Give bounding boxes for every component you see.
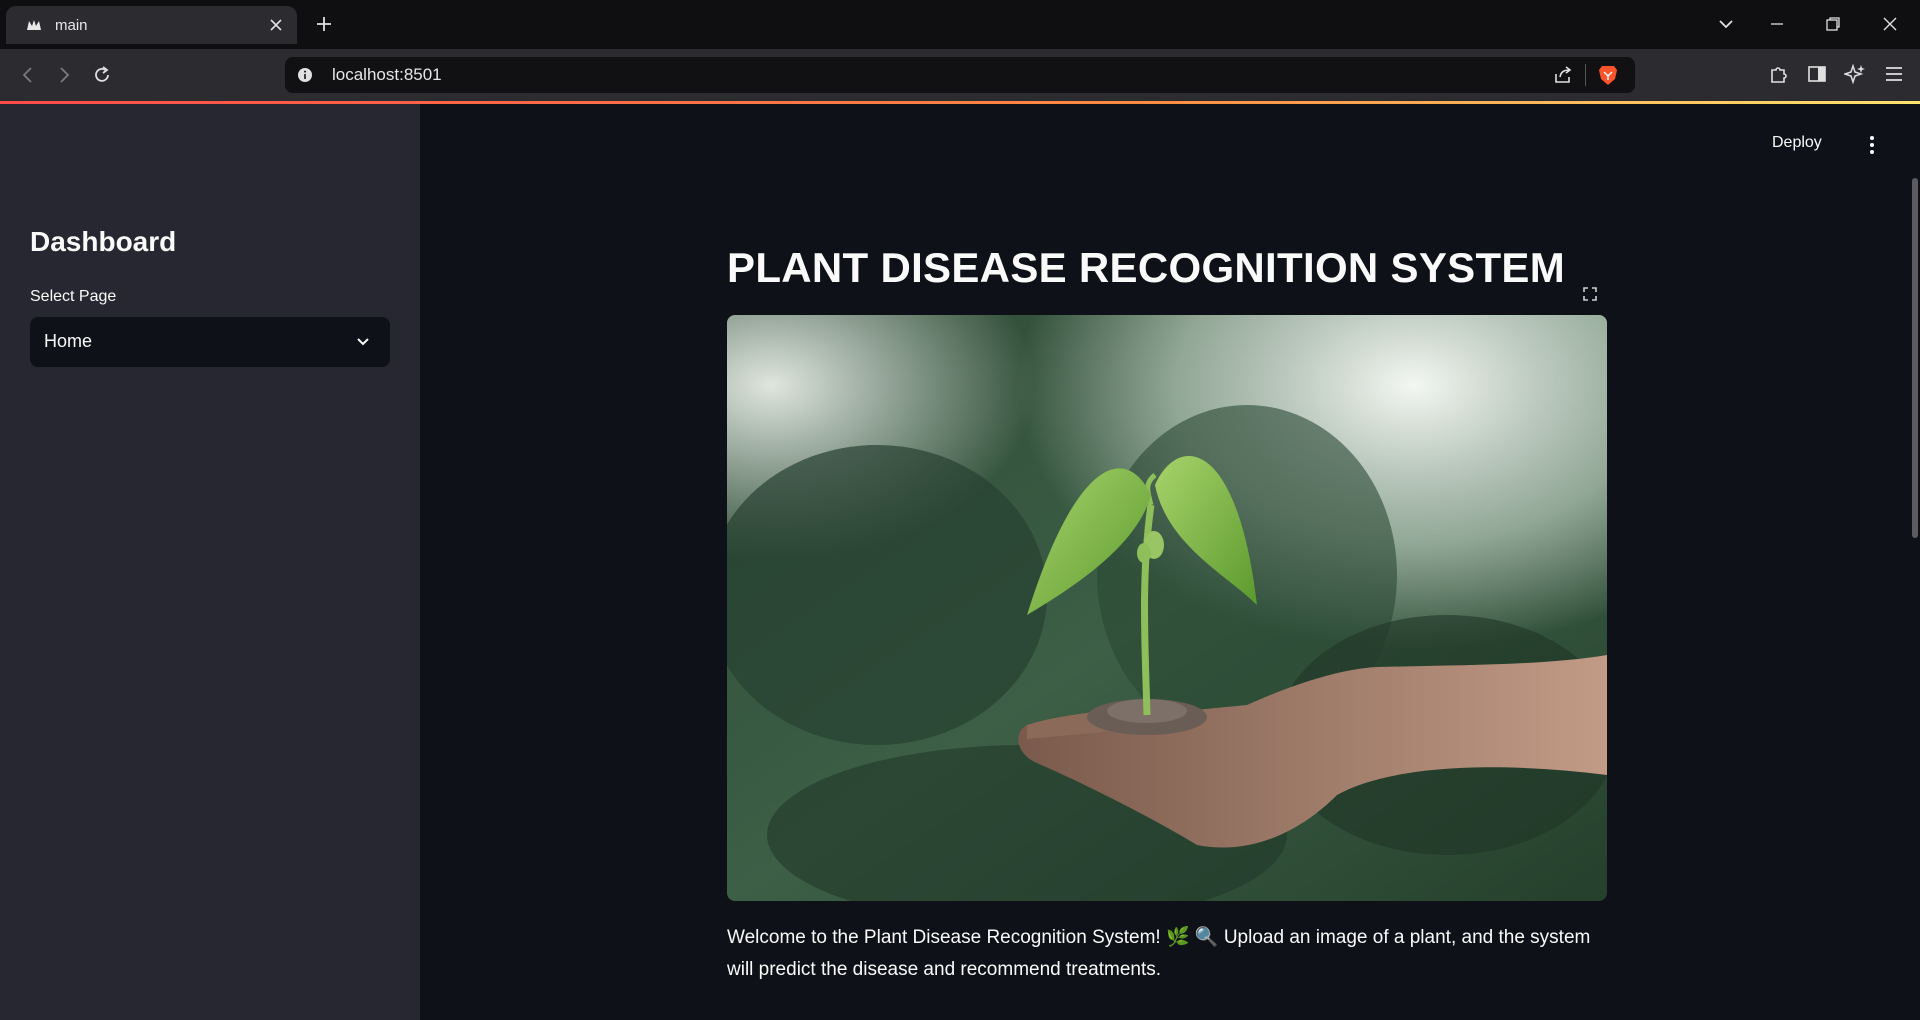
minimize-icon[interactable]	[1768, 15, 1786, 33]
page-scrollbar[interactable]	[1912, 178, 1918, 538]
reload-icon[interactable]	[91, 64, 113, 86]
fullscreen-icon[interactable]	[1582, 286, 1598, 302]
share-icon[interactable]	[1553, 65, 1573, 85]
app-sidebar: Dashboard Select Page Home	[0, 104, 420, 1020]
sidebar-panel-icon[interactable]	[1806, 63, 1828, 85]
welcome-text: Welcome to the Plant Disease Recognition…	[727, 927, 1591, 980]
page-select-value: Home	[44, 331, 93, 351]
puzzle-icon[interactable]	[1768, 63, 1790, 85]
url-text[interactable]: localhost:8501	[332, 65, 442, 85]
page-select[interactable]: Home	[30, 317, 390, 367]
address-bar[interactable]: localhost:8501	[285, 57, 1635, 93]
close-window-icon[interactable]	[1881, 15, 1899, 33]
chevron-down-icon[interactable]	[1717, 15, 1735, 33]
ai-sparkle-icon[interactable]	[1844, 63, 1866, 85]
brave-lion-icon[interactable]	[1598, 64, 1618, 86]
browser-tab-bar: main	[0, 0, 1920, 49]
browser-tab[interactable]: main	[6, 6, 297, 44]
vertical-dots-icon[interactable]	[1862, 134, 1882, 156]
streamlit-crown-icon	[27, 20, 41, 30]
seedling-hand-image	[727, 315, 1607, 901]
close-icon[interactable]	[268, 17, 284, 33]
hero-image	[727, 315, 1607, 901]
omnibox-divider	[1585, 64, 1586, 86]
page-title: PLANT DISEASE RECOGNITION SYSTEM	[727, 244, 1566, 291]
sidebar-title: Dashboard	[30, 226, 177, 257]
hamburger-menu-icon[interactable]	[1883, 63, 1905, 85]
tab-title: main	[55, 17, 88, 34]
plus-icon[interactable]	[315, 15, 333, 33]
back-arrow-icon[interactable]	[17, 64, 39, 86]
info-icon[interactable]	[297, 67, 313, 83]
select-page-label: Select Page	[30, 288, 117, 305]
deploy-button[interactable]: Deploy	[1766, 130, 1828, 156]
chevron-down-icon[interactable]	[356, 335, 370, 349]
browser-toolbar: localhost:8501	[0, 49, 1920, 101]
restore-icon[interactable]	[1824, 15, 1842, 33]
forward-arrow-icon[interactable]	[53, 64, 75, 86]
